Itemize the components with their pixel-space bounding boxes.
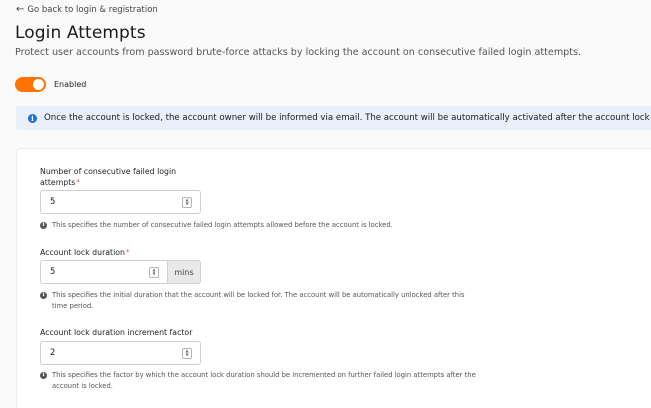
- failed-attempts-input[interactable]: 5 ▲ ▼: [40, 190, 201, 214]
- info-icon: i: [40, 292, 47, 299]
- failed-attempts-label-line2: attempts: [40, 178, 76, 187]
- info-banner-text: Once the account is locked, the account …: [44, 113, 651, 123]
- info-icon: i: [40, 222, 47, 229]
- increment-factor-input[interactable]: 2 ▲ ▼: [40, 341, 201, 365]
- back-link[interactable]: ← Go back to login & registration: [16, 4, 158, 16]
- number-stepper-icon[interactable]: ▲ ▼: [182, 347, 192, 359]
- enable-toggle[interactable]: [15, 77, 46, 92]
- lock-duration-input[interactable]: 5 ▲ ▼: [40, 260, 168, 284]
- info-icon: i: [40, 372, 47, 379]
- login-attempts-page: ← Go back to login & registration Login …: [0, 0, 651, 408]
- page-title: Login Attempts: [15, 23, 146, 43]
- lock-duration-label-text: Account lock duration: [40, 248, 125, 257]
- increment-factor-label: Account lock duration increment factor: [40, 327, 192, 338]
- increment-factor-value: 2: [50, 348, 56, 358]
- increment-factor-hint: i This specifies the factor by which the…: [40, 370, 482, 392]
- back-link-label: Go back to login & registration: [27, 5, 158, 15]
- page-description: Protect user accounts from password brut…: [15, 47, 582, 58]
- info-banner: i Once the account is locked, the accoun…: [16, 106, 651, 130]
- increment-factor-hint-text: This specifies the factor by which the a…: [52, 371, 476, 390]
- lock-duration-value: 5: [50, 267, 56, 277]
- increment-factor-label-text: Account lock duration increment factor: [40, 328, 193, 337]
- failed-attempts-label: Number of consecutive failed login attem…: [40, 166, 176, 188]
- arrow-left-icon: ←: [16, 4, 25, 15]
- required-marker: *: [126, 248, 130, 256]
- number-stepper-icon[interactable]: ▲ ▼: [149, 266, 159, 278]
- failed-attempts-label-line1: Number of consecutive failed login: [40, 167, 177, 176]
- failed-attempts-hint: i This specifies the number of consecuti…: [40, 220, 393, 231]
- failed-attempts-hint-text: This specifies the number of consecutive…: [52, 221, 393, 229]
- lock-duration-hint: i This specifies the initial duration th…: [40, 290, 482, 312]
- info-icon: i: [28, 113, 37, 123]
- required-marker: *: [76, 178, 80, 186]
- toggle-label: Enabled: [54, 80, 87, 89]
- lock-duration-label: Account lock duration*: [40, 247, 130, 258]
- lock-duration-unit: mins: [168, 260, 201, 284]
- enable-toggle-row: Enabled: [15, 77, 86, 92]
- failed-attempts-value: 5: [50, 197, 56, 207]
- toggle-knob: [33, 79, 44, 90]
- number-stepper-icon[interactable]: ▲ ▼: [182, 196, 192, 208]
- lock-duration-hint-text: This specifies the initial duration that…: [52, 291, 465, 310]
